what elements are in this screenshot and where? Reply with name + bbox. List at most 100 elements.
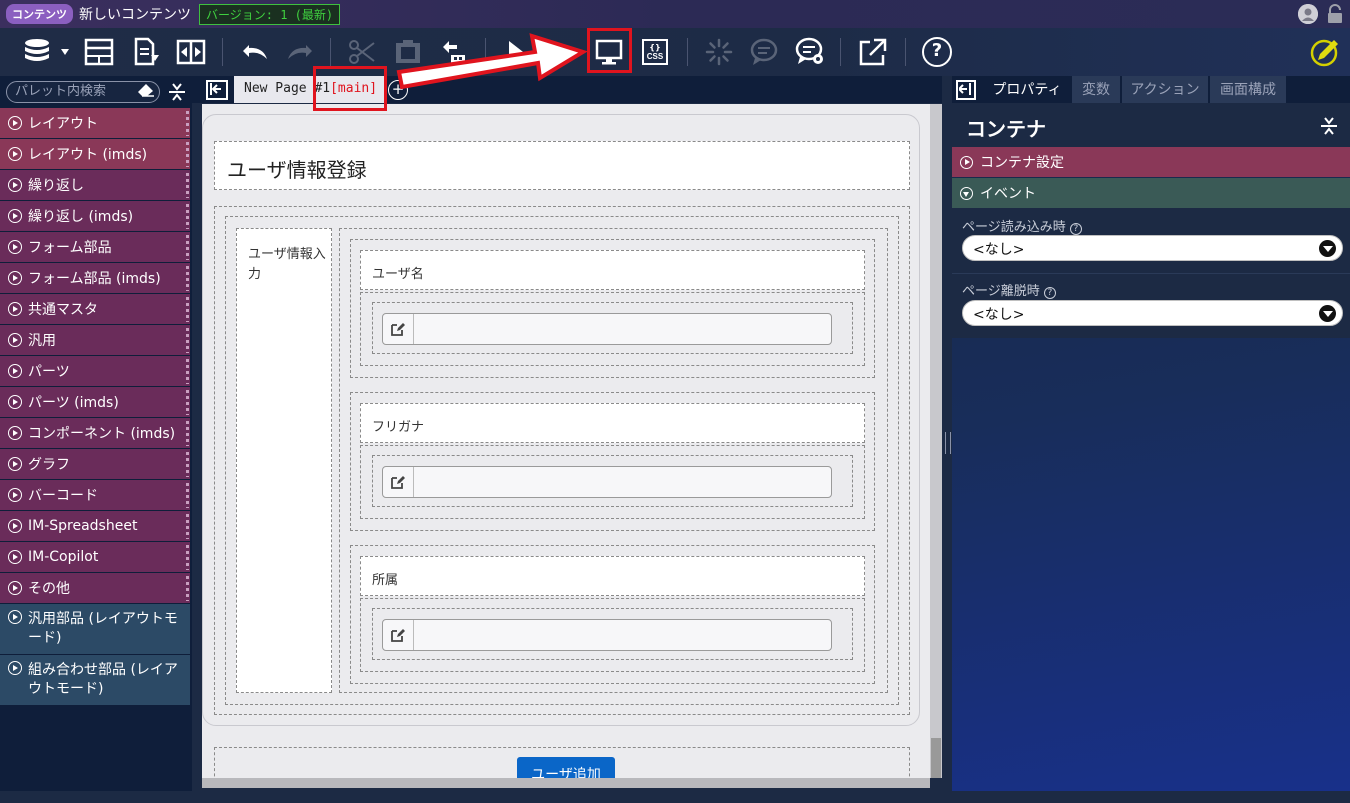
layout-icon[interactable] — [83, 36, 115, 68]
resize-icon[interactable] — [175, 36, 207, 68]
properties-header: コンテナ — [952, 103, 1350, 147]
design-canvas[interactable]: ユーザ情報登録 ユーザ情報入力 ユーザ名 フリガナ 所属 ユーザ追加 — [202, 104, 930, 778]
palette-category-label: グラフ — [28, 457, 70, 473]
palette-category-label: その他 — [28, 581, 70, 597]
drag-grip-icon[interactable] — [186, 328, 189, 353]
select-value: <なし> — [973, 242, 1025, 258]
palette-category[interactable]: 共通マスタ — [0, 294, 190, 325]
palette-category[interactable]: その他 — [0, 573, 190, 604]
palette-category[interactable]: フォーム部品 — [0, 232, 190, 263]
drag-grip-icon[interactable] — [186, 483, 189, 508]
collapse-sections-icon[interactable] — [1320, 116, 1338, 140]
export-icon[interactable] — [130, 36, 162, 68]
drag-grip-icon[interactable] — [186, 111, 189, 136]
editor-area: New Page #1[main] + ユーザ情報登録 ユーザ情報入力 ユーザ名 — [192, 66, 942, 791]
palette-category-label: IM-Copilot — [28, 549, 99, 565]
tab-actions[interactable]: アクション — [1122, 76, 1208, 103]
department-input[interactable] — [382, 619, 832, 651]
drag-grip-icon[interactable] — [186, 545, 189, 570]
page-load-event-select[interactable]: <なし> — [962, 235, 1343, 261]
palette-category-label: 汎用 — [28, 333, 56, 349]
container-settings-section[interactable]: コンテナ設定 — [952, 147, 1350, 177]
info-icon[interactable]: ? — [1043, 287, 1056, 299]
collapse-palette-icon[interactable] — [206, 80, 228, 100]
furigana-input[interactable] — [382, 466, 832, 498]
panel-splitter[interactable] — [942, 76, 952, 791]
play-circle-icon — [8, 240, 22, 254]
palette-category[interactable]: IM-Spreadsheet — [0, 511, 190, 542]
info-icon[interactable]: ? — [1069, 223, 1082, 235]
css-icon[interactable]: {} CSS — [639, 36, 671, 68]
field-label-box-1: ユーザ名 — [360, 250, 865, 290]
event-label-text: ページ読み込み時 — [962, 220, 1066, 235]
drag-grip-icon[interactable] — [186, 359, 189, 384]
palette-category[interactable]: 組み合わせ部品 (レイアウトモード) — [0, 655, 190, 706]
event-section[interactable]: イベント — [952, 178, 1350, 208]
comment-settings-icon[interactable] — [794, 36, 826, 68]
expand-icon — [960, 155, 973, 169]
tab-properties[interactable]: プロパティ — [984, 76, 1070, 103]
redo-icon[interactable] — [283, 36, 315, 68]
drag-grip-icon[interactable] — [186, 266, 189, 291]
form-title-box[interactable]: ユーザ情報登録 — [214, 141, 910, 190]
drag-grip-icon[interactable] — [186, 576, 189, 601]
comment-icon[interactable] — [748, 36, 780, 68]
page-leave-event-select[interactable]: <なし> — [962, 300, 1343, 326]
username-input[interactable] — [382, 313, 832, 345]
palette-category-label: フォーム部品 (imds) — [28, 271, 161, 287]
palette-category-label: 繰り返し (imds) — [28, 209, 134, 225]
palette-category[interactable]: 繰り返し (imds) — [0, 201, 190, 232]
drag-grip-icon[interactable] — [186, 204, 189, 229]
palette-category[interactable]: グラフ — [0, 449, 190, 480]
drag-grip-icon[interactable] — [186, 297, 189, 322]
eraser-icon[interactable] — [136, 80, 156, 100]
drag-grip-icon[interactable] — [186, 142, 189, 167]
drag-grip-icon[interactable] — [186, 452, 189, 477]
drag-grip-icon[interactable] — [186, 173, 189, 198]
help-icon[interactable]: ? — [921, 36, 953, 68]
app-window: コンテンツ 新しいコンテンツ バージョン: 1 (最新) {} CSS ? パレ… — [0, 0, 1350, 803]
add-user-button[interactable]: ユーザ追加 — [517, 757, 615, 778]
lock-icon[interactable] — [1326, 4, 1344, 24]
database-menu-icon[interactable] — [20, 36, 70, 68]
palette-category[interactable]: 繰り返し — [0, 170, 190, 201]
loading-icon[interactable] — [703, 36, 735, 68]
palette-category[interactable]: IM-Copilot — [0, 542, 190, 573]
toolbar: {} CSS ? — [0, 28, 1350, 76]
edit-pen-icon[interactable] — [1308, 36, 1340, 68]
drag-grip-icon[interactable] — [186, 514, 189, 539]
canvas-vertical-scrollbar[interactable] — [930, 104, 942, 778]
palette-category-label: IM-Spreadsheet — [28, 518, 138, 534]
palette-category[interactable]: パーツ — [0, 356, 190, 387]
drag-grip-icon[interactable] — [186, 421, 189, 446]
cut-icon[interactable] — [346, 36, 378, 68]
section-label-cell[interactable]: ユーザ情報入力 — [236, 228, 332, 693]
drag-grip-icon[interactable] — [186, 235, 189, 260]
play-circle-icon — [8, 147, 22, 161]
collapse-all-icon[interactable] — [168, 82, 186, 102]
scroll-thumb[interactable] — [931, 738, 941, 778]
help-label: ? — [922, 37, 952, 67]
drag-grip-icon[interactable] — [186, 390, 189, 415]
palette-category[interactable]: レイアウト — [0, 108, 190, 139]
preview-icon[interactable] — [593, 36, 625, 68]
palette-category[interactable]: レイアウト (imds) — [0, 139, 190, 170]
palette-category[interactable]: コンポーネント (imds) — [0, 418, 190, 449]
palette-category[interactable]: 汎用 — [0, 325, 190, 356]
palette-category[interactable]: フォーム部品 (imds) — [0, 263, 190, 294]
undo-icon[interactable] — [240, 36, 272, 68]
tab-screen-structure[interactable]: 画面構成 — [1210, 76, 1286, 103]
canvas-horizontal-scrollbar[interactable] — [202, 778, 930, 788]
css-label: CSS — [646, 52, 664, 61]
collapse-properties-icon[interactable] — [956, 80, 976, 100]
palette-category[interactable]: 汎用部品 (レイアウトモード) — [0, 604, 190, 655]
play-circle-icon — [8, 457, 22, 471]
open-external-icon[interactable] — [857, 36, 889, 68]
section-title: イベント — [980, 186, 1036, 202]
palette-category-list: レイアウト レイアウト (imds) 繰り返し繰り返し (imds) フォーム部品フォ… — [0, 108, 192, 706]
palette-category[interactable]: パーツ (imds) — [0, 387, 190, 418]
user-avatar-icon[interactable] — [1298, 4, 1318, 24]
section-label: ユーザ情報入力 — [248, 247, 326, 282]
tab-variables[interactable]: 変数 — [1072, 76, 1120, 103]
palette-category[interactable]: バーコード — [0, 480, 190, 511]
